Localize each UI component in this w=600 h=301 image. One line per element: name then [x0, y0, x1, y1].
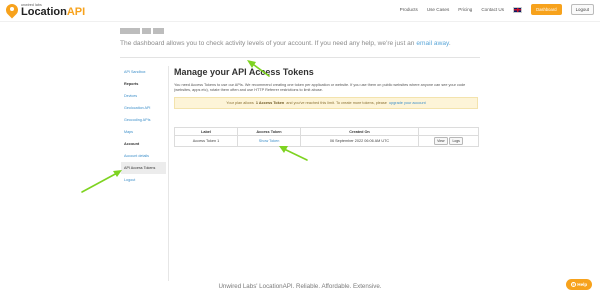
token-actions: View Logs: [418, 135, 479, 147]
sidebar-heading-reports: Reports: [124, 82, 139, 86]
logs-button[interactable]: Logs: [448, 137, 464, 145]
redacted-username: [120, 28, 164, 34]
column-header-access-token: Access Token: [237, 127, 301, 136]
token-created-on: 06 September 2022 06:06 AM UTC: [300, 135, 419, 147]
token-limit-notice: Your plan allows 1 Access Token and you'…: [174, 97, 478, 110]
arrow-to-sidebar-tokens: [81, 171, 120, 193]
locationapi-logo[interactable]: unwired labs LocationAPI: [3, 1, 86, 20]
logo-name: LocationAPI: [21, 6, 86, 19]
dashboard-button[interactable]: Dashboard: [531, 4, 562, 15]
nav-pricing[interactable]: Pricing: [458, 7, 472, 12]
column-header-label: Label: [174, 127, 238, 136]
column-header-actions: [418, 127, 479, 136]
question-icon: ?: [570, 282, 576, 287]
footer-tagline: Unwired Labs' LocationAPI. Reliable. Aff…: [218, 283, 382, 290]
page-description: You need Access Tokens to use our APIs. …: [174, 83, 466, 93]
nav-products[interactable]: Products: [400, 7, 418, 12]
main-nav: Products Use Cases Pricing Contact Us Da…: [400, 4, 594, 15]
sidebar-item-api-sandbox[interactable]: API Sandbox: [124, 66, 166, 78]
map-pin-icon: [3, 1, 21, 19]
arrowhead-show-token: [279, 146, 288, 153]
token-label: Access Token 1: [174, 135, 238, 147]
sidebar-item-api-access-tokens[interactable]: API Access Tokens: [121, 162, 166, 174]
logout-button[interactable]: Logout: [570, 4, 594, 15]
table-row: Access Token 1 Show Token 06 September 2…: [174, 135, 479, 147]
arrow-to-show-token: [281, 147, 308, 161]
help-button[interactable]: ? Help: [566, 279, 592, 290]
sidebar-item-devices[interactable]: Devices: [124, 90, 166, 102]
sidebar-item-geocoding-apis[interactable]: Geocoding APIs: [124, 114, 166, 126]
sidebar-item-account-details[interactable]: Account details: [124, 150, 166, 162]
column-header-created-on: Created On: [300, 127, 419, 136]
access-tokens-table: Label Access Token Created On Access Tok…: [174, 127, 479, 147]
view-button[interactable]: View: [433, 137, 448, 145]
sidebar: API Sandbox Reports Devices Geolocation …: [121, 66, 166, 186]
top-navigation-bar: unwired labs LocationAPI Products Use Ca…: [0, 0, 600, 22]
uk-flag-icon[interactable]: [513, 6, 523, 13]
nav-use-cases[interactable]: Use Cases: [427, 7, 449, 12]
sidebar-item-logout[interactable]: Logout: [124, 174, 166, 186]
divider: [120, 57, 480, 58]
main-content: Manage your API Access Tokens You need A…: [174, 66, 480, 110]
upgrade-account-link[interactable]: upgrade your account: [389, 101, 426, 105]
sidebar-item-maps[interactable]: Maps: [124, 126, 166, 138]
sidebar-divider: [168, 66, 169, 281]
email-link[interactable]: email away: [416, 40, 449, 47]
dashboard-intro: The dashboard allows you to check activi…: [120, 40, 451, 47]
sidebar-item-geolocation-api[interactable]: Geolocation API: [124, 102, 166, 114]
sidebar-heading-account: Account: [124, 142, 140, 146]
nav-contact-us[interactable]: Contact Us: [481, 7, 504, 12]
show-token-link[interactable]: Show Token: [237, 135, 301, 147]
page-title: Manage your API Access Tokens: [174, 67, 314, 77]
